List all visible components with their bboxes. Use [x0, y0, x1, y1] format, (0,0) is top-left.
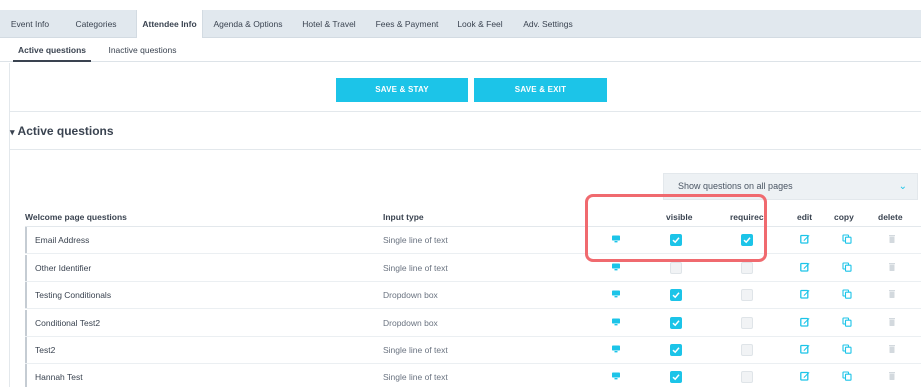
question-name[interactable]: Other Identifier — [25, 255, 91, 281]
table-row: Conditional Test2 Dropdown box — [25, 310, 921, 337]
section-heading[interactable]: ▾ Active questions — [10, 124, 114, 138]
visible-checkbox[interactable] — [670, 262, 682, 274]
edit-icon[interactable] — [800, 234, 810, 244]
trash-icon[interactable] — [887, 371, 897, 381]
edit-icon[interactable] — [800, 289, 810, 299]
tab-categories[interactable]: Categories — [62, 10, 130, 38]
monitor-icon[interactable] — [611, 317, 621, 327]
highlight-annotation — [585, 194, 767, 262]
tab-active-questions[interactable]: Active questions — [13, 38, 91, 62]
divider — [10, 149, 921, 150]
caret-down-icon: ▾ — [10, 127, 15, 137]
required-checkbox[interactable] — [741, 262, 753, 274]
required-checkbox[interactable] — [741, 317, 753, 329]
pages-filter-value: Show questions on all pages — [678, 181, 793, 191]
trash-icon[interactable] — [887, 317, 897, 327]
copy-icon[interactable] — [842, 344, 852, 354]
tab-fees-payment[interactable]: Fees & Payment — [370, 10, 444, 38]
tab-attendee-info[interactable]: Attendee Info — [136, 10, 203, 39]
required-checkbox[interactable] — [741, 371, 753, 383]
col-header-name: Welcome page questions — [25, 212, 127, 222]
col-header-type: Input type — [383, 212, 424, 222]
section-title: Active questions — [17, 124, 114, 138]
question-name[interactable]: Email Address — [25, 227, 89, 253]
visible-checkbox[interactable] — [670, 371, 682, 383]
tab-adv-settings[interactable]: Adv. Settings — [517, 10, 579, 38]
sub-tab-bar: Active questions Inactive questions — [0, 38, 921, 62]
edit-icon[interactable] — [800, 317, 810, 327]
input-type: Single line of text — [383, 372, 448, 382]
trash-icon[interactable] — [887, 262, 897, 272]
edit-icon[interactable] — [800, 371, 810, 381]
table-row: Hannah Test Single line of text — [25, 364, 921, 387]
trash-icon[interactable] — [887, 234, 897, 244]
input-type: Dropdown box — [383, 318, 438, 328]
visible-checkbox[interactable] — [670, 344, 682, 356]
input-type: Single line of text — [383, 235, 448, 245]
col-header-edit: edit — [797, 212, 813, 222]
tab-look-feel[interactable]: Look & Feel — [451, 10, 509, 38]
question-name[interactable]: Test2 — [25, 337, 55, 363]
visible-checkbox[interactable] — [670, 289, 682, 301]
required-checkbox[interactable] — [741, 289, 753, 301]
save-exit-button[interactable]: SAVE & EXIT — [474, 78, 607, 102]
col-header-copy: copy — [834, 212, 854, 222]
monitor-icon[interactable] — [611, 262, 621, 272]
tab-inactive-questions[interactable]: Inactive questions — [100, 38, 185, 62]
tab-hotel-travel[interactable]: Hotel & Travel — [294, 10, 364, 38]
question-name[interactable]: Testing Conditionals — [25, 282, 111, 308]
question-name[interactable]: Conditional Test2 — [25, 310, 100, 336]
monitor-icon[interactable] — [611, 371, 621, 381]
copy-icon[interactable] — [842, 234, 852, 244]
input-type: Dropdown box — [383, 290, 438, 300]
chevron-down-icon: ⌄ — [898, 181, 907, 192]
trash-icon[interactable] — [887, 344, 897, 354]
input-type: Single line of text — [383, 263, 448, 273]
copy-icon[interactable] — [842, 289, 852, 299]
table-row: Testing Conditionals Dropdown box — [25, 282, 921, 309]
col-header-delete: delete — [878, 212, 903, 222]
table-row: Test2 Single line of text — [25, 337, 921, 364]
table-row: Other Identifier Single line of text — [25, 255, 921, 282]
visible-checkbox[interactable] — [670, 317, 682, 329]
required-checkbox[interactable] — [741, 344, 753, 356]
monitor-icon[interactable] — [611, 289, 621, 299]
divider — [10, 111, 921, 112]
save-stay-button[interactable]: SAVE & STAY — [336, 78, 468, 102]
table-row: Email Address Single line of text — [25, 227, 921, 254]
tab-agenda-options[interactable]: Agenda & Options — [207, 10, 289, 38]
monitor-icon[interactable] — [611, 344, 621, 354]
edit-icon[interactable] — [800, 262, 810, 272]
edit-icon[interactable] — [800, 344, 810, 354]
input-type: Single line of text — [383, 345, 448, 355]
copy-icon[interactable] — [842, 371, 852, 381]
top-tab-bar: Event Info Categories Attendee Info Agen… — [0, 10, 921, 39]
copy-icon[interactable] — [842, 317, 852, 327]
tab-event-info[interactable]: Event Info — [4, 10, 56, 38]
copy-icon[interactable] — [842, 262, 852, 272]
trash-icon[interactable] — [887, 289, 897, 299]
question-name[interactable]: Hannah Test — [25, 364, 83, 387]
